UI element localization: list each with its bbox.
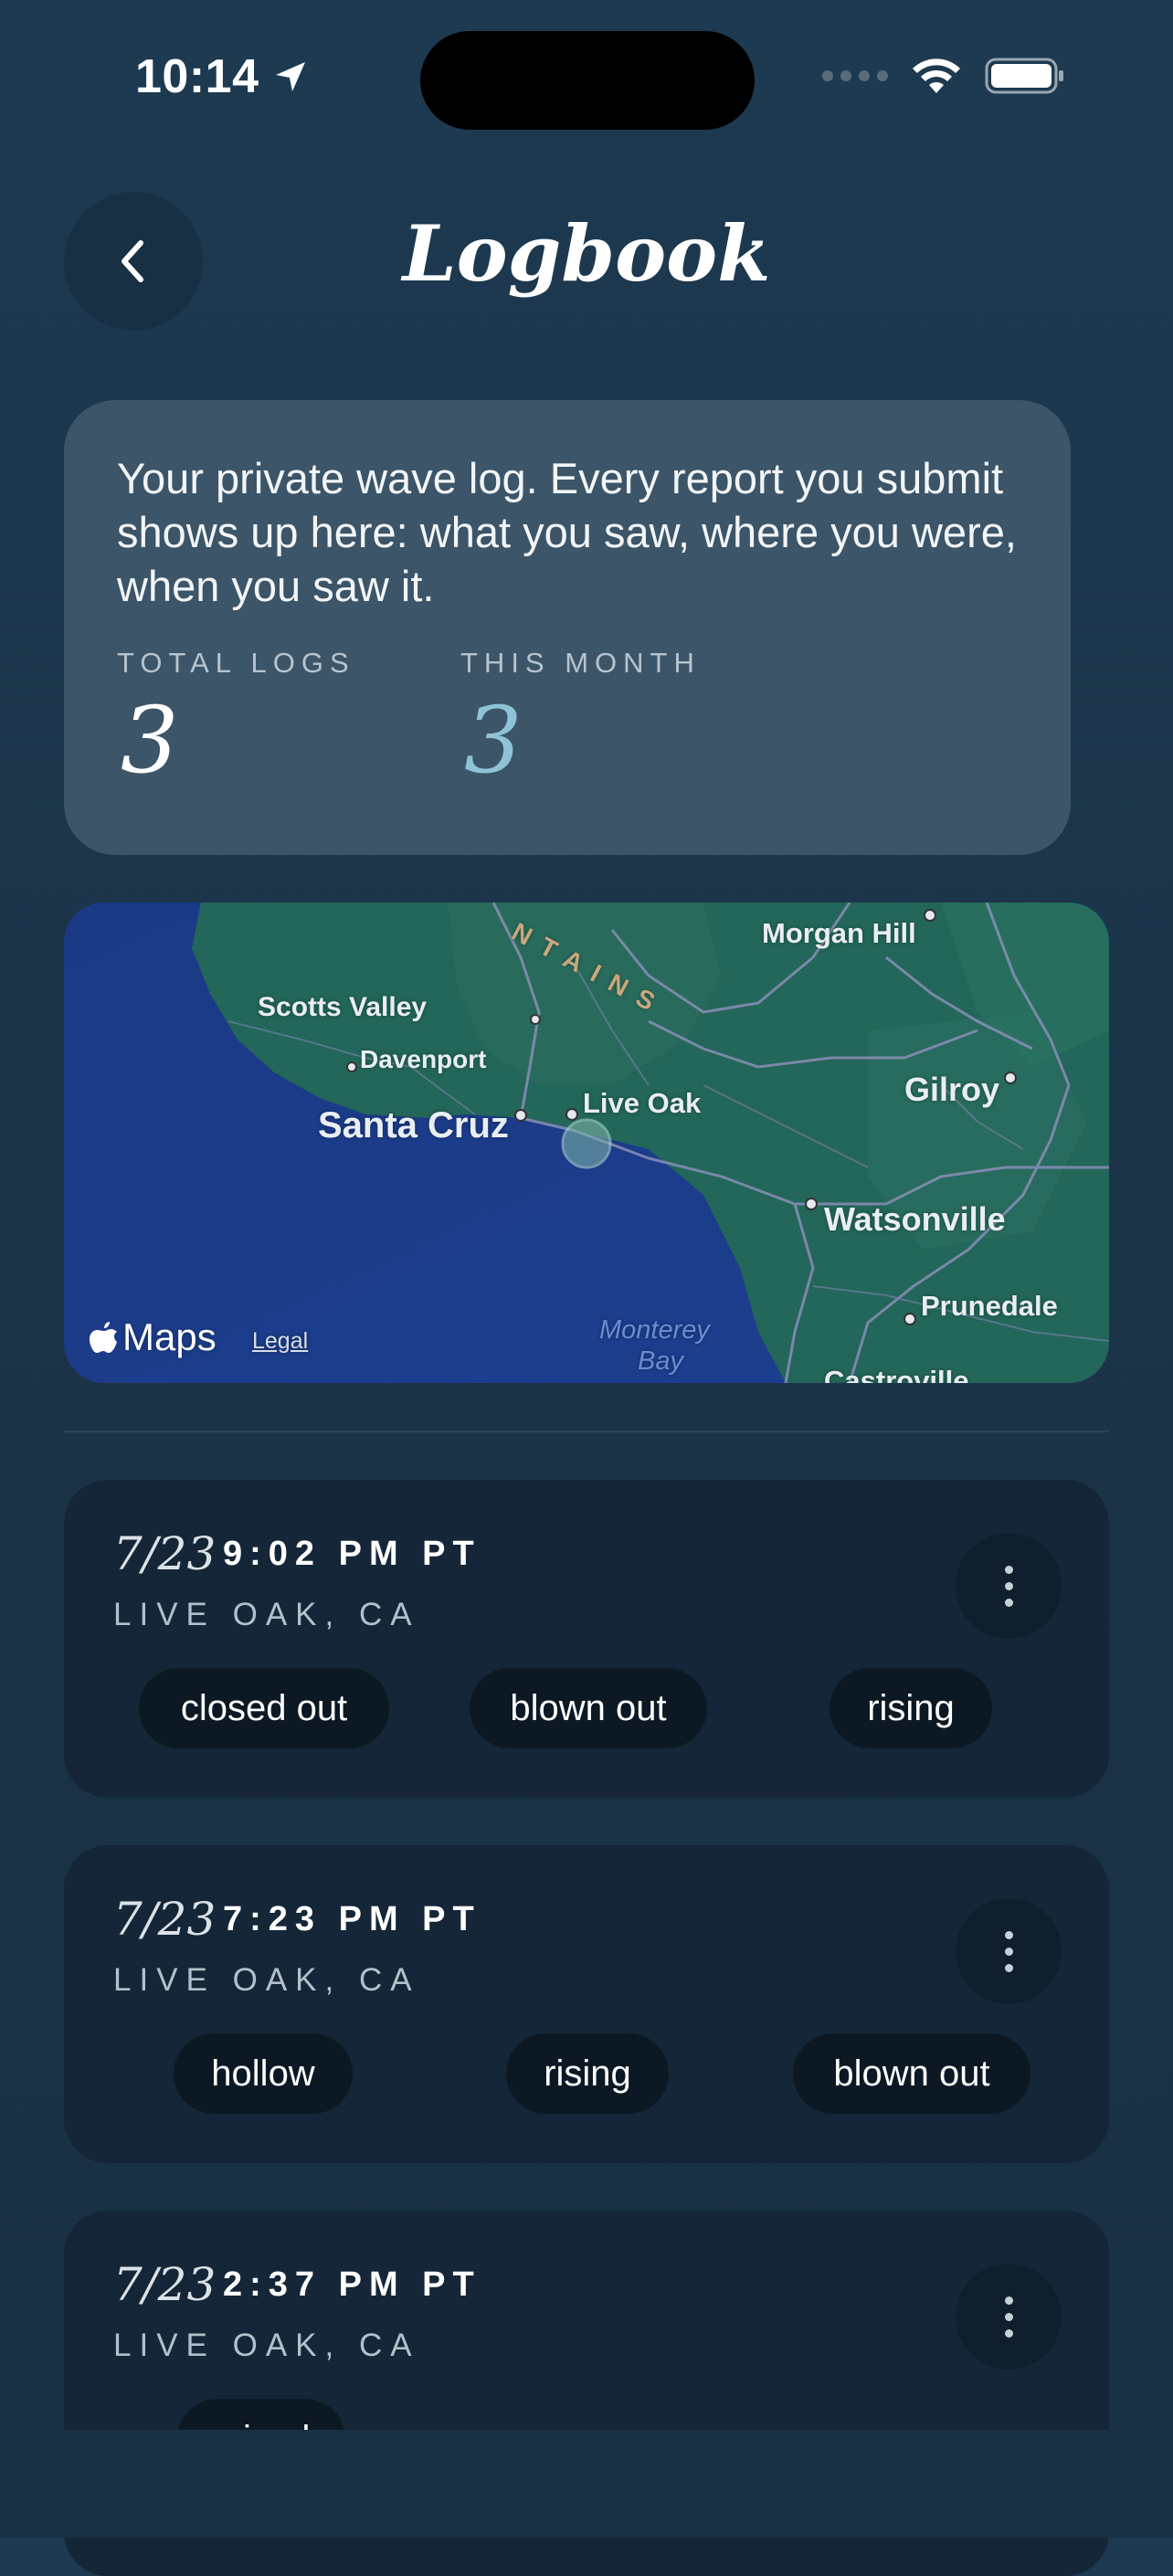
more-dots-icon [1004,2296,1013,2305]
log-date: 7/23 [113,2258,217,2311]
log-card[interactable]: 7/23 7:23 PM PT LIVE OAK, CA hollow risi… [64,1845,1109,2163]
condition-tag: blown out [793,2033,1030,2114]
log-time: 7:23 PM PT [223,1900,481,1938]
log-time: 9:02 PM PT [223,1535,481,1573]
map-label-santa-cruz: Santa Cruz [318,1105,509,1145]
more-options-button[interactable] [956,1533,1062,1639]
wifi-icon [913,58,960,93]
map-label-gilroy: Gilroy [904,1071,1000,1108]
apple-logo-icon [90,1322,117,1353]
log-date: 7/23 [113,1527,217,1580]
condition-tag: rising [830,1668,992,1748]
log-location: LIVE OAK, CA [113,1962,420,1998]
intro-card: Your private wave log. Every report you … [64,400,1071,855]
this-month-value: 3 [464,687,523,794]
maps-label: Maps [122,1315,217,1358]
log-location: LIVE OAK, CA [113,2328,420,2363]
cellular-signal-icon [822,70,888,81]
map-label-monterey: Monterey [599,1315,710,1345]
condition-tag: blown out [470,1668,707,1748]
log-location: LIVE OAK, CA [113,1597,420,1632]
map-label-davenport: Davenport [360,1045,487,1073]
status-bar-time: 10:14 [135,49,309,104]
dynamic-island [420,31,755,130]
log-date: 7/23 [113,1893,217,1946]
map-label-morgan-hill: Morgan Hill [762,917,916,949]
battery-icon [985,58,1063,94]
log-card[interactable]: 7/23 9:02 PM PT LIVE OAK, CA closed out … [64,1480,1109,1798]
condition-tag: rising [506,2033,669,2114]
more-options-button[interactable] [956,1898,1062,2004]
status-bar-indicators [822,57,1065,95]
legal-link[interactable]: Legal [252,1328,308,1355]
map-label-live-oak: Live Oak [583,1087,702,1119]
condition-tag: hollow [174,2033,353,2114]
total-logs-label: TOTAL LOGS [117,647,355,679]
section-divider [64,1431,1109,1432]
location-arrow-icon [275,62,305,91]
status-time-label: 10:14 [135,50,259,103]
this-month-label: THIS MONTH [460,647,701,679]
condition-tag: closed out [139,1668,389,1748]
more-dots-icon [1004,1565,1013,1574]
map-label-watsonville: Watsonville [824,1200,1006,1238]
bottom-safe-area [0,2430,1173,2538]
intro-description: Your private wave log. Every report you … [117,454,1017,610]
page-title: Logbook [402,208,771,299]
map-label-bay: Bay [638,1346,683,1376]
total-logs-value: 3 [121,687,179,794]
apple-maps-attribution: Maps [90,1315,217,1359]
map-label-castroville: Castroville [824,1365,969,1383]
more-dots-icon [1004,1930,1013,1939]
more-options-button[interactable] [956,2264,1062,2370]
logs-map[interactable]: Scotts Valley Davenport Santa Cruz Live … [64,903,1109,1383]
log-time: 2:37 PM PT [223,2265,481,2304]
map-label-prunedale: Prunedale [921,1290,1058,1322]
map-label-scotts-valley: Scotts Valley [258,992,428,1022]
